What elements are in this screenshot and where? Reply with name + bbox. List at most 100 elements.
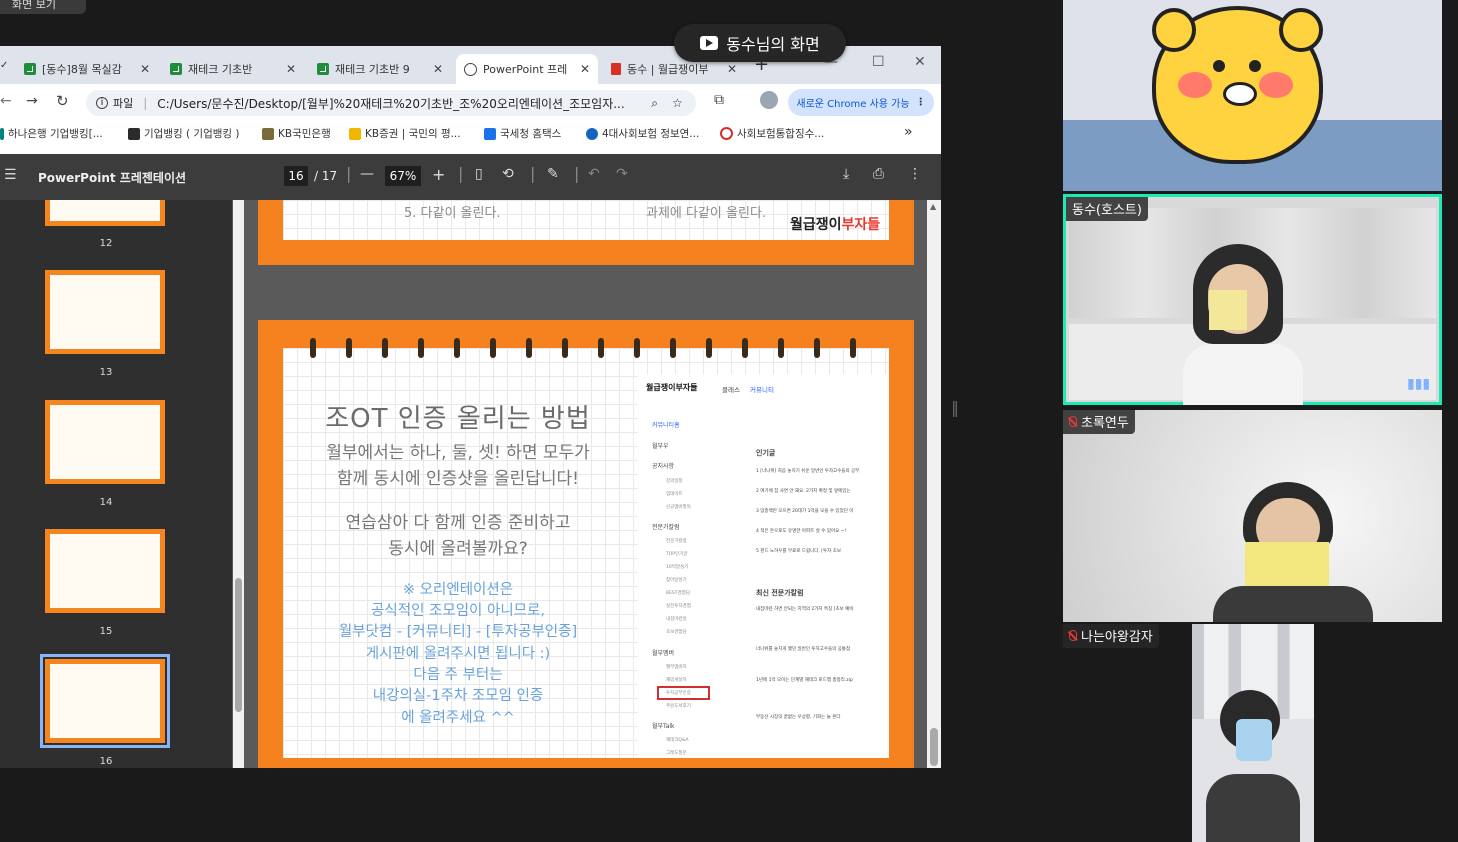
spiral-ring [598,338,604,358]
zoom-in-icon[interactable]: + [432,165,445,184]
print-icon[interactable]: ⎙ [873,166,884,182]
bookmark-item[interactable]: KB증권 | 국민의 평... [349,126,461,141]
thumbnail-number: 13 [99,367,113,378]
bank-icon [0,127,4,140]
close-window-icon[interactable]: ✕ [914,54,926,70]
zoom-magnifier-icon[interactable]: ⌕ [651,96,658,111]
slide-canvas: 조OT 인증 올리는 방법 월부에서는 하나, 둘, 셋! 하면 모두가 함께 … [283,348,889,758]
tab-label: PowerPoint 프레 [483,63,568,76]
tab-close-icon[interactable]: ✕ [433,62,443,76]
mic-muted-icon [1069,416,1077,427]
download-icon[interactable]: ⤓ [843,166,849,182]
tab-close-icon[interactable]: ✕ [286,62,296,76]
spiral-ring [490,338,496,358]
tab-close-icon[interactable]: ✕ [727,62,737,76]
screenshot-menu-item: 재밌게살자 [666,678,687,683]
page-thumbnail[interactable] [45,270,165,354]
audio-level-icon: ▮▮▮ [1407,376,1431,392]
securities-icon [349,127,361,140]
forward-icon[interactable]: → [26,93,38,109]
extensions-icon[interactable]: ⧉ [714,92,724,108]
tab-label: 재테크 기초반 [188,63,253,76]
screenshot-menu-item: 10억달성기 [666,565,689,570]
participant-video[interactable]: 초록연두 [1063,410,1442,622]
bookmark-item[interactable]: 4대사회보험 정보연... [586,126,699,141]
screenshot-menu-item: 전문가칼럼 [666,539,687,544]
screen-share-banner[interactable]: 동수님의 화면 [674,24,846,62]
bookmark-label: 국세청 홈택스 [500,128,562,140]
bookmark-item[interactable]: KB국민은행 [262,126,331,141]
maximize-icon[interactable]: ☐ [872,54,885,70]
page-thumbnail[interactable] [45,200,165,226]
sidebar-scroll-thumb[interactable] [235,578,242,712]
bookmark-star-icon[interactable]: ☆ [672,96,683,110]
participant-video[interactable]: 나는야왕감자 [1063,624,1442,842]
more-options-icon[interactable]: ⋮ [908,166,922,182]
chrome-update-button[interactable]: 새로운 Chrome 사용 가능 ⋮ [788,89,934,116]
rotate-icon[interactable]: ⟲ [502,166,514,182]
page-thumbnail[interactable] [45,400,165,484]
tab-label: [동수]8월 목실감 [42,63,122,76]
screenshot-menu-item: 월부멤버 [652,650,675,657]
spiral-ring [310,338,316,358]
toolbar-divider: | [574,164,580,183]
fit-page-icon[interactable]: ▯ [475,166,483,182]
sidebar-menu-icon[interactable]: ☰ [4,167,17,183]
address-bar[interactable]: i 파일 | C:/Users/문수진/Desktop/[월부]%20재테크%2… [86,90,696,116]
tab-overflow-icon[interactable]: ✓ [0,60,8,71]
tab-sheet-3[interactable]: 재테크 기초반 9 ✕ [309,54,451,84]
reload-icon[interactable]: ↻ [56,92,69,110]
bookmark-item[interactable]: 사회보험통합징수... [720,126,824,141]
tab-powerpoint-active[interactable]: PowerPoint 프레 ✕ [456,54,598,84]
slide-note: 다음 주 부터는 [413,667,503,683]
page-number-input[interactable]: 16 [284,166,308,186]
tab-close-icon[interactable]: ✕ [140,62,150,76]
screenshot-post: 1 [너나위] 처음 놓치기 쉬운 일반인 투자고수들의 공부 [756,469,860,474]
bank-icon [128,127,140,140]
tab-sheet-1[interactable]: [동수]8월 목실감 ✕ [16,54,158,84]
page-scrollbar[interactable]: ▲ [927,200,941,768]
bookmark-item[interactable]: 하나은행 기업뱅킹[... [0,126,103,141]
page-total: / 17 [314,169,338,183]
screenshot-section-title: 인기글 [756,449,776,457]
spiral-ring [382,338,388,358]
bookmark-item[interactable]: 기업뱅킹 ( 기업뱅킹 ) [128,126,240,141]
screenshot-nav: 커뮤니티 [750,386,774,394]
participant-video-host-speaking[interactable]: 동수(호스트) ▮▮▮ [1063,194,1442,405]
page-thumbnail[interactable] [45,529,165,613]
screen-share-icon [700,36,719,50]
sheets-icon [170,63,182,75]
annotate-pen-icon[interactable]: ✎ [547,166,559,182]
screenshot-menu-item: 내집마련일 [666,617,687,622]
scroll-up-icon[interactable]: ▲ [930,202,936,211]
bookmarks-overflow-icon[interactable]: » [904,124,913,140]
thumbnail-number: 15 [99,626,113,637]
character-ear [1152,8,1196,52]
tab-sheet-2[interactable]: 재테크 기초반 ✕ [162,54,304,84]
pdf-icon [611,63,621,75]
view-mode-tag[interactable]: 화면 보기 [0,0,86,14]
page-thumbnail-selected[interactable] [40,654,170,748]
zoom-out-icon[interactable]: — [360,166,374,182]
bookmark-item[interactable]: 국세청 홈택스 [484,126,561,141]
spiral-ring [742,338,748,358]
screenshot-menu-item: 실전투자경험 [666,604,691,609]
slide-previous: 5. 다같이 올린다. 과제에 다같이 올린다. 월급쟁이부자들 [258,200,914,265]
redo-icon[interactable]: ↷ [616,166,628,182]
thumbnail-number: 14 [99,497,113,508]
thumbnail-sidebar: 12 13 14 15 16 [0,200,232,768]
screenshot-menu-item: 재테크Q&A [666,738,689,743]
back-icon[interactable]: ← [0,93,12,109]
undo-icon[interactable]: ↶ [588,166,600,182]
page-scroll-thumb[interactable] [930,728,938,766]
panel-resize-handle[interactable]: ‖ [951,398,959,417]
sidebar-scrollbar[interactable] [233,200,244,768]
kebab-menu-icon[interactable]: ⋮ [916,97,926,108]
tab-close-icon[interactable]: ✕ [580,62,590,76]
tax-office-icon [484,127,496,140]
participant-video[interactable] [1063,0,1442,191]
profile-avatar[interactable] [760,91,778,109]
zoom-input[interactable]: 67% [385,166,421,186]
screenshot-menu-item: 월부멤버지 [666,665,687,670]
screenshot-menu-item: 찾아달성기 [666,578,687,583]
